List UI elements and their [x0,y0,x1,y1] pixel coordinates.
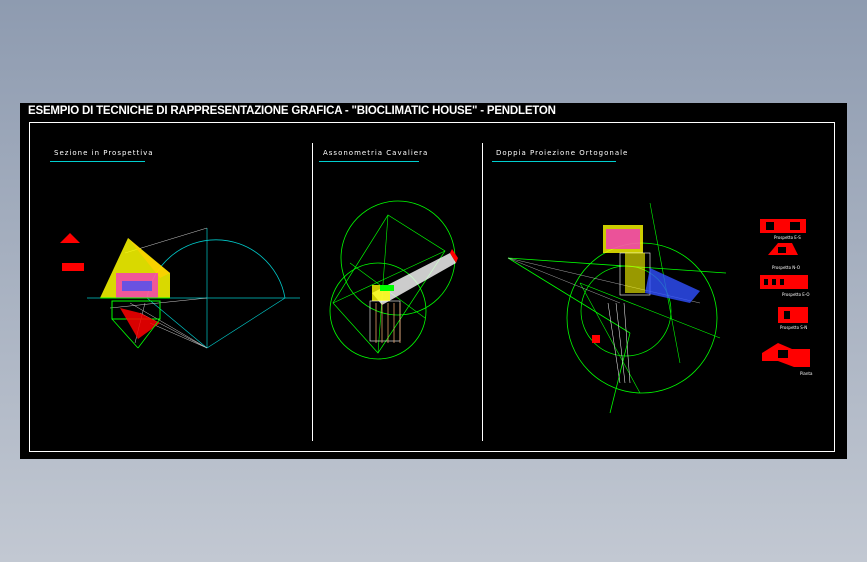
thumbnail-plan [762,343,810,367]
thumbnail-label-sn: Prospetto S-N [780,325,808,330]
thumbnail-label-no: Prospetto N-O [772,265,800,270]
thumbnail-es [760,219,806,233]
thumbnail-label-es: Prospetto E-S [774,235,801,240]
elevation-thumbnails [760,219,810,367]
drawing-sheet: ESEMPIO DI TECNICHE DI RAPPRESENTAZIONE … [20,103,847,459]
thumbnail-eo [760,275,808,289]
thumbnail-sn [778,307,808,323]
thumbnail-no [768,243,798,255]
thumbnail-label-eo: Prospetto E-O [782,292,810,297]
thumbnail-label-plan: Pianta [800,371,813,376]
